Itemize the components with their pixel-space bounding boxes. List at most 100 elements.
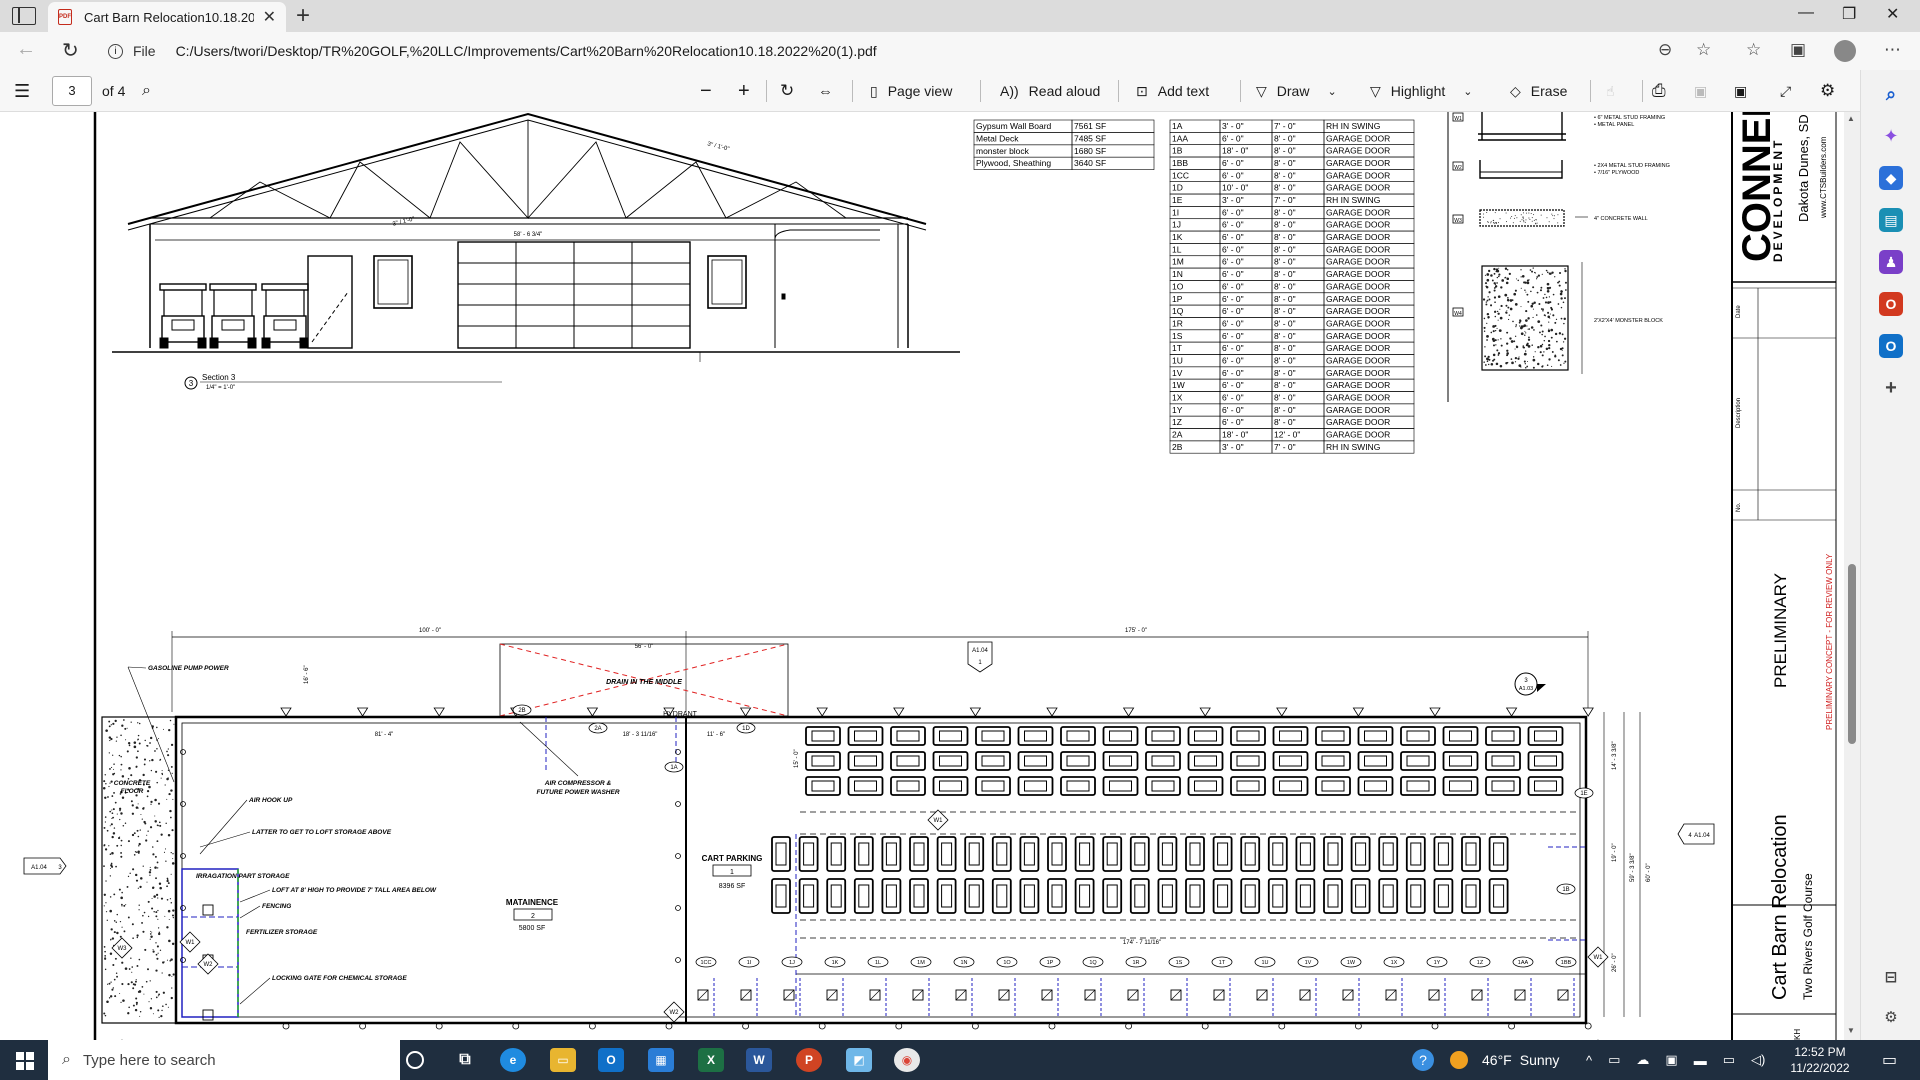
back-icon[interactable]: ← [16, 38, 36, 61]
minimize-icon[interactable]: — [1798, 4, 1814, 22]
hatch-dot [1529, 269, 1532, 271]
refresh-icon[interactable]: ↻ [62, 38, 79, 63]
tab-cart-barn-pdf[interactable]: PDF Cart Barn Relocation10.18.2022 ( ✕ [48, 2, 286, 32]
new-tab-icon[interactable]: + [296, 2, 310, 30]
more-icon[interactable]: ⋯ [1884, 40, 1901, 60]
hatch-dot [114, 995, 117, 998]
word-icon[interactable]: W [746, 1048, 772, 1072]
sidebar-tools-icon[interactable]: ▤ [1879, 208, 1903, 232]
meet-icon[interactable]: ▭ [1608, 1052, 1620, 1068]
network-icon[interactable]: ▭ [1723, 1052, 1735, 1068]
sidebar-shopping-icon[interactable]: ◆ [1879, 166, 1903, 190]
hatch-dot [109, 867, 112, 869]
sidebar-search-icon[interactable]: ⌕ [1879, 82, 1903, 106]
parked-cart [1272, 726, 1309, 746]
display-icon[interactable]: ▣ [1665, 1052, 1677, 1068]
url-text[interactable]: C:/Users/twori/Desktop/TR%20GOLF,%20LLC/… [176, 43, 877, 59]
file-explorer-icon[interactable]: ▭ [550, 1048, 576, 1072]
scroll-up-icon[interactable]: ▲ [1847, 114, 1855, 123]
sidebar-games-icon[interactable]: ♟ [1879, 250, 1903, 274]
zoom-icon[interactable]: ⊖ [1658, 40, 1672, 60]
parked-cart [1187, 751, 1224, 771]
fit-width-icon[interactable]: ⇔ [818, 70, 833, 112]
hatch-dot [139, 829, 141, 831]
help-icon[interactable]: ? [1412, 1049, 1434, 1071]
chevron-down-icon[interactable]: ⌄ [1327, 85, 1336, 98]
door-cell-text: 18' - 0" [1222, 146, 1248, 156]
scroll-down-icon[interactable]: ▼ [1847, 1026, 1855, 1035]
cart-seat [775, 842, 787, 866]
erase-button[interactable]: ◇ Erase [1510, 70, 1567, 112]
hatch-dot [1533, 301, 1536, 304]
detail1-note-a: • 6" METAL STUD FRAMING [1594, 115, 1665, 121]
parked-cart [1378, 836, 1399, 872]
print-icon[interactable]: ⎙ [1652, 70, 1666, 112]
app-icon[interactable]: ◩ [846, 1048, 872, 1072]
edge-taskbar-icon[interactable]: e [500, 1048, 526, 1072]
settings-icon[interactable]: ⚙ [1820, 70, 1835, 112]
restore-icon[interactable]: ❐ [1842, 4, 1856, 24]
info-icon[interactable]: i [108, 43, 123, 59]
excel-icon[interactable]: X [698, 1048, 724, 1072]
notifications-icon[interactable]: ▭ [1882, 1040, 1897, 1080]
save-icon[interactable]: ▣ [1694, 70, 1707, 112]
fullscreen-icon[interactable]: ⤢ [1780, 70, 1791, 112]
hatch-dot [1488, 269, 1491, 273]
weather-icon[interactable] [1450, 1051, 1468, 1069]
cortana-icon[interactable] [406, 1051, 424, 1069]
cloud-icon[interactable]: ☁ [1636, 1052, 1649, 1068]
tab-close-icon[interactable]: ✕ [263, 7, 276, 27]
zoom-out-icon[interactable]: − [700, 70, 712, 112]
battery-icon[interactable]: ▬ [1694, 1053, 1707, 1068]
hatch-dot [156, 726, 158, 729]
vertical-scrollbar[interactable]: ▲ ▼ [1844, 112, 1860, 1040]
chrome-icon[interactable]: ◉ [894, 1048, 920, 1072]
hatch-dot [111, 937, 115, 940]
cart-seat [1051, 842, 1063, 866]
chevron-up-icon[interactable]: ^ [1586, 1053, 1592, 1068]
contents-icon[interactable]: ☰ [14, 70, 30, 112]
page-number-input[interactable]: 3 [52, 76, 92, 106]
rotate-icon[interactable]: ↻ [780, 70, 794, 112]
task-view-icon[interactable]: ⧉ [452, 1048, 478, 1072]
outlook-taskbar-icon[interactable]: O [598, 1048, 624, 1072]
zoom-in-icon[interactable]: + [738, 70, 750, 112]
parked-cart [771, 878, 791, 914]
door-cell-text: GARAGE DOOR [1326, 269, 1390, 279]
tab-actions-icon[interactable] [12, 7, 36, 25]
read-aloud-button[interactable]: A͏)) Read aloud [1000, 70, 1100, 112]
url-field[interactable]: i File C:/Users/twori/Desktop/TR%20GOLF,… [108, 36, 1688, 66]
sidebar-hide-icon[interactable]: ⊟ [1879, 966, 1903, 990]
page-view-button[interactable]: ▯ Page view [870, 70, 952, 112]
hatch-dot [135, 765, 138, 768]
favorites-icon[interactable]: ☆ [1746, 40, 1761, 60]
sidebar-office-icon[interactable]: O [1879, 292, 1903, 316]
volume-icon[interactable]: ◁) [1751, 1052, 1765, 1068]
favorite-add-icon[interactable]: ☆ [1696, 40, 1711, 60]
taskbar-search-input[interactable]: ⌕ Type here to search [48, 1040, 400, 1080]
clock[interactable]: 12:52 PM 11/22/2022 [1780, 1044, 1860, 1076]
sidebar-add-icon[interactable]: + [1879, 376, 1903, 400]
sidebar-settings-icon[interactable]: ⚙ [1879, 1006, 1903, 1030]
hatch-dot [118, 754, 121, 757]
scrollbar-thumb[interactable] [1848, 564, 1856, 744]
windows-start-icon[interactable] [16, 1052, 34, 1070]
hatch-dot [1534, 271, 1536, 274]
store-icon[interactable]: ▦ [648, 1048, 674, 1072]
profile-avatar[interactable] [1834, 40, 1856, 62]
add-text-button[interactable]: ⊡ Add text [1136, 70, 1209, 112]
dim-v1: 14' - 3 3/8" [1612, 741, 1618, 770]
chevron-down-icon[interactable]: ⌄ [1463, 85, 1472, 98]
parked-cart [853, 878, 874, 914]
hatch-dot [1516, 217, 1518, 219]
highlight-button[interactable]: ▽ Highlight ⌄ [1370, 70, 1472, 112]
save-as-icon[interactable]: ▣ [1734, 70, 1747, 112]
draw-button[interactable]: ▽ Draw ⌄ [1256, 70, 1337, 112]
sidebar-copilot-icon[interactable]: ✦ [1879, 124, 1903, 148]
powerpoint-icon[interactable]: P [796, 1048, 822, 1072]
touch-icon[interactable]: ☝ [1606, 70, 1615, 112]
search-icon[interactable]: ⌕ [142, 70, 151, 112]
sidebar-outlook-icon[interactable]: O [1879, 334, 1903, 358]
collections-icon[interactable]: ▣ [1790, 40, 1806, 60]
close-window-icon[interactable]: ✕ [1886, 4, 1899, 24]
